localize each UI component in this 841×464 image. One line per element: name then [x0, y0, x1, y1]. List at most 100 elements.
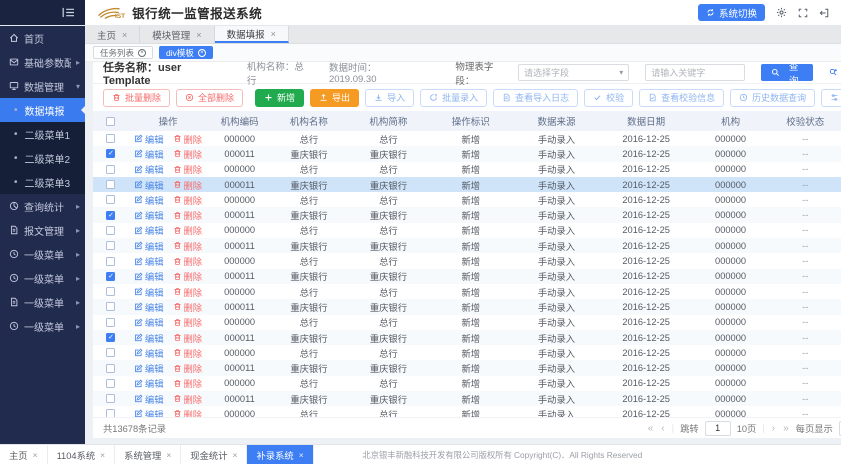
edit-link[interactable]: 编辑: [134, 300, 164, 314]
field-select[interactable]: 请选择字段▾: [518, 64, 629, 81]
row-checkbox[interactable]: [106, 348, 115, 357]
tab-data-entry[interactable]: 数据填报×: [215, 26, 289, 43]
delete-link[interactable]: 删除: [173, 300, 203, 314]
keyword-input[interactable]: [645, 64, 745, 81]
sidebar-item-report-mgmt[interactable]: 报文管理▸: [0, 218, 85, 242]
table-row[interactable]: 编辑删除000011重庆银行重庆银行新增手动录入2016-12-25000000…: [93, 330, 841, 345]
export-button[interactable]: 导出: [310, 89, 359, 107]
row-checkbox[interactable]: [106, 394, 115, 403]
history-query-button[interactable]: 历史数据查询: [730, 89, 815, 107]
tab-module-mgmt[interactable]: 模块管理×: [140, 26, 214, 43]
delete-link[interactable]: 删除: [173, 346, 203, 360]
taskbar-tab-sys-mgmt[interactable]: 系统管理×: [115, 445, 181, 464]
prev-page-button[interactable]: ‹: [660, 423, 665, 434]
table-row[interactable]: 编辑删除000011重庆银行重庆银行新增手动录入2016-12-25000000…: [93, 360, 841, 375]
gear-icon[interactable]: [776, 7, 787, 18]
edit-link[interactable]: 编辑: [134, 285, 164, 299]
edit-link[interactable]: 编辑: [134, 331, 164, 345]
delete-link[interactable]: 删除: [173, 361, 203, 375]
sidebar-subitem-submenu-3[interactable]: •二级菜单3: [0, 170, 85, 194]
table-row[interactable]: 编辑删除000000总行总行新增手动录入2016-12-25000000--未锁…: [93, 284, 841, 299]
row-checkbox[interactable]: [106, 333, 115, 342]
close-icon[interactable]: ×: [233, 450, 238, 460]
breadcrumb-chip-task-list[interactable]: 任务列表×: [93, 46, 153, 59]
taskbar-tab-home[interactable]: 主页×: [0, 445, 48, 464]
search-button[interactable]: 查询: [761, 64, 813, 81]
edit-link[interactable]: 编辑: [134, 147, 164, 161]
row-checkbox[interactable]: [106, 241, 115, 250]
delete-link[interactable]: 删除: [173, 254, 203, 268]
close-icon[interactable]: ×: [196, 30, 201, 40]
close-icon[interactable]: ×: [100, 450, 105, 460]
sidebar-subitem-submenu-1[interactable]: •二级菜单1: [0, 122, 85, 146]
edit-link[interactable]: 编辑: [134, 162, 164, 176]
edit-link[interactable]: 编辑: [134, 193, 164, 207]
row-checkbox[interactable]: [106, 195, 115, 204]
table-row[interactable]: 编辑删除000000总行总行新增手动录入2016-12-25000000--未锁…: [93, 223, 841, 238]
delete-link[interactable]: 删除: [173, 285, 203, 299]
table-row[interactable]: 编辑删除000000总行总行新增手动录入2016-12-25000000--未锁…: [93, 406, 841, 417]
row-checkbox[interactable]: [106, 165, 115, 174]
edit-link[interactable]: 编辑: [134, 254, 164, 268]
delete-link[interactable]: 删除: [173, 193, 203, 207]
edit-link[interactable]: 编辑: [134, 346, 164, 360]
batch-entry-button[interactable]: 批量录入: [420, 89, 487, 107]
table-row[interactable]: 编辑删除000000总行总行新增手动录入2016-12-25000000--未锁…: [93, 253, 841, 268]
table-row[interactable]: 编辑删除000000总行总行新增手动录入2016-12-25000000--未锁…: [93, 376, 841, 391]
collapse-menu-icon[interactable]: [62, 7, 75, 18]
tab-home[interactable]: 主页×: [85, 26, 140, 43]
close-icon[interactable]: ×: [166, 450, 171, 460]
sidebar-item-level1-menu-4[interactable]: 一级菜单▸: [0, 314, 85, 338]
delete-link[interactable]: 删除: [173, 376, 203, 390]
edit-link[interactable]: 编辑: [134, 361, 164, 375]
validate-button[interactable]: 校验: [584, 89, 633, 107]
edit-link[interactable]: 编辑: [134, 132, 164, 146]
last-page-button[interactable]: »: [782, 423, 790, 434]
add-button[interactable]: 新增: [255, 89, 304, 107]
row-checkbox[interactable]: [106, 211, 115, 220]
delete-link[interactable]: 删除: [173, 147, 203, 161]
delete-link[interactable]: 删除: [173, 223, 203, 237]
sidebar-subitem-data-entry[interactable]: •数据填报: [0, 98, 85, 122]
delete-link[interactable]: 删除: [173, 208, 203, 222]
row-checkbox[interactable]: [106, 379, 115, 388]
close-icon[interactable]: ×: [299, 450, 304, 460]
logout-icon[interactable]: [819, 8, 829, 18]
delete-link[interactable]: 删除: [173, 315, 203, 329]
taskbar-tab-sys-1104[interactable]: 1104系统×: [48, 445, 116, 464]
delete-link[interactable]: 删除: [173, 269, 203, 283]
sidebar-subitem-submenu-2[interactable]: •二级菜单2: [0, 146, 85, 170]
row-checkbox[interactable]: [106, 409, 115, 417]
edit-link[interactable]: 编辑: [134, 208, 164, 222]
close-icon[interactable]: ×: [271, 29, 276, 39]
delete-link[interactable]: 删除: [173, 407, 203, 417]
row-checkbox[interactable]: [106, 226, 115, 235]
row-checkbox[interactable]: [106, 302, 115, 311]
table-row[interactable]: 编辑删除000000总行总行新增手动录入2016-12-25000000--未锁…: [93, 315, 841, 330]
row-checkbox[interactable]: [106, 180, 115, 189]
sidebar-item-base-params[interactable]: 基础参数配置▸: [0, 50, 85, 74]
page-number-input[interactable]: [705, 421, 731, 436]
sidebar-item-level1-menu-1[interactable]: 一级菜单▸: [0, 242, 85, 266]
system-switch-button[interactable]: 系统切换: [698, 4, 765, 21]
close-circle-icon[interactable]: ×: [138, 49, 146, 57]
first-page-button[interactable]: «: [647, 423, 655, 434]
taskbar-tab-supplement-sys[interactable]: 补录系统×: [247, 445, 313, 464]
delete-link[interactable]: 删除: [173, 162, 203, 176]
close-icon[interactable]: ×: [122, 30, 127, 40]
breadcrumb-chip-div-template[interactable]: div模板×: [159, 46, 213, 59]
fullscreen-icon[interactable]: [798, 8, 808, 18]
edit-link[interactable]: 编辑: [134, 392, 164, 406]
select-all-checkbox[interactable]: [106, 117, 115, 126]
row-checkbox[interactable]: [106, 364, 115, 373]
row-checkbox[interactable]: [106, 318, 115, 327]
close-circle-icon[interactable]: ×: [198, 49, 206, 57]
table-row[interactable]: 编辑删除000011重庆银行重庆银行新增手动录入2016-12-25000000…: [93, 269, 841, 284]
edit-link[interactable]: 编辑: [134, 223, 164, 237]
multi-field-search-link[interactable]: 多字段查询: [829, 59, 841, 87]
batch-delete-button[interactable]: 批量删除: [103, 89, 170, 107]
sidebar-item-level1-menu-2[interactable]: 一级菜单▸: [0, 266, 85, 290]
table-row[interactable]: 编辑删除000011重庆银行重庆银行新增手动录入2016-12-25000000…: [93, 391, 841, 406]
table-row[interactable]: 编辑删除000011重庆银行重庆银行新增手动录入2016-12-25000000…: [93, 238, 841, 253]
delete-all-button[interactable]: 全部删除: [176, 89, 243, 107]
